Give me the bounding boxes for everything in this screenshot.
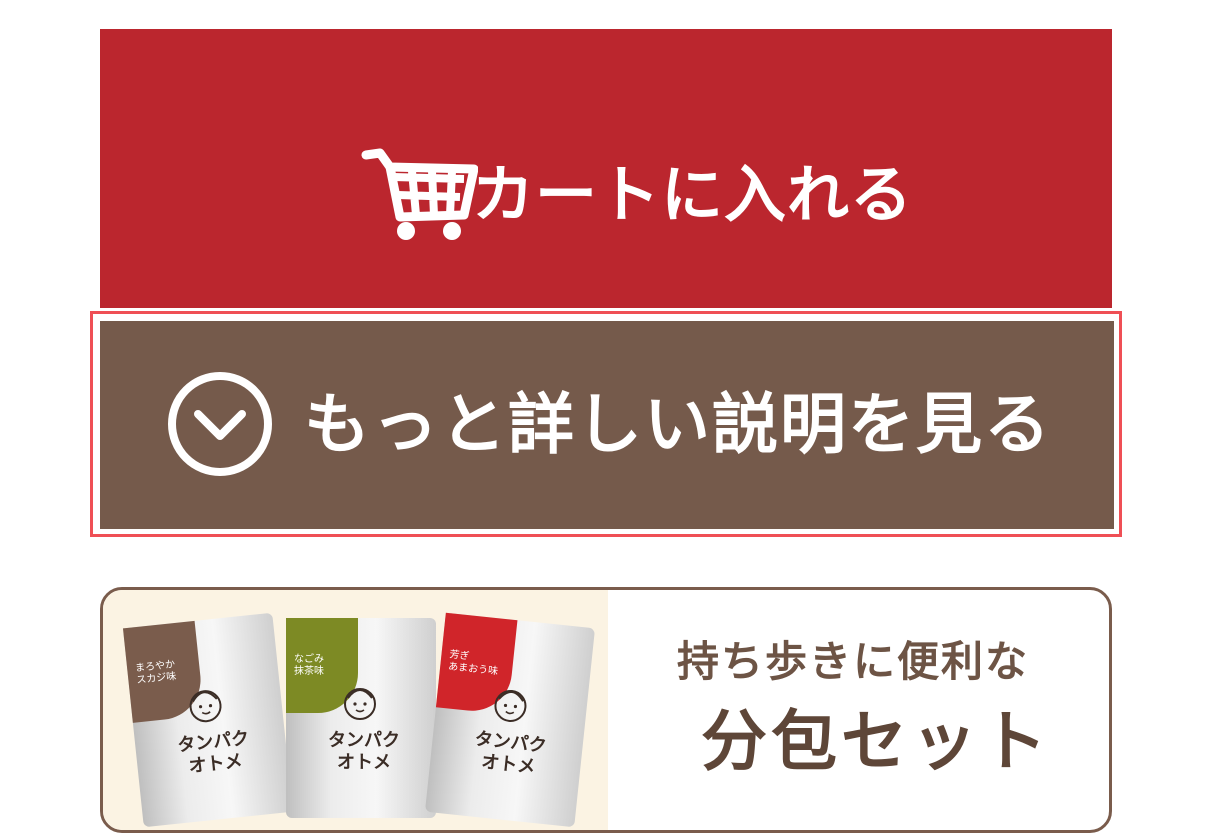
product-pack: まろやか スカジ味 タンパク オトメ <box>122 612 294 828</box>
product-pack: なごみ 抹茶味 タンパク オトメ <box>286 618 436 818</box>
pack-name: タンパク オトメ <box>176 727 251 778</box>
add-to-cart-label: カートに入れる <box>472 158 914 231</box>
product-pack: 芳ぎ あまおう味 タンパク オトメ <box>424 612 596 828</box>
see-more-details-label: もっと詳しい説明を見る <box>304 386 1052 463</box>
cart-icon <box>360 147 479 247</box>
banner-subtitle: 持ち歩きに便利な <box>677 637 1030 686</box>
banner-product-image: まろやか スカジ味 タンパク オトメ なごみ 抹茶味 タンパク オトメ 芳ぎ あ… <box>103 590 608 830</box>
chevron-down-circle-icon <box>166 370 274 482</box>
pack-name: タンパク オトメ <box>473 728 548 778</box>
pack-flavor: なごみ 抹茶味 <box>294 654 324 677</box>
pack-name: タンパク オトメ <box>328 730 400 773</box>
girl-face-icon <box>494 689 527 722</box>
add-to-cart-button[interactable]: カートに入れる <box>100 29 1112 308</box>
girl-face-icon <box>344 688 376 720</box>
see-more-details-button[interactable]: もっと詳しい説明を見る <box>97 318 1117 532</box>
banner-title: 分包セット <box>701 703 1051 780</box>
girl-face-icon <box>189 690 222 723</box>
sample-pack-banner[interactable]: まろやか スカジ味 タンパク オトメ なごみ 抹茶味 タンパク オトメ 芳ぎ あ… <box>100 587 1112 833</box>
